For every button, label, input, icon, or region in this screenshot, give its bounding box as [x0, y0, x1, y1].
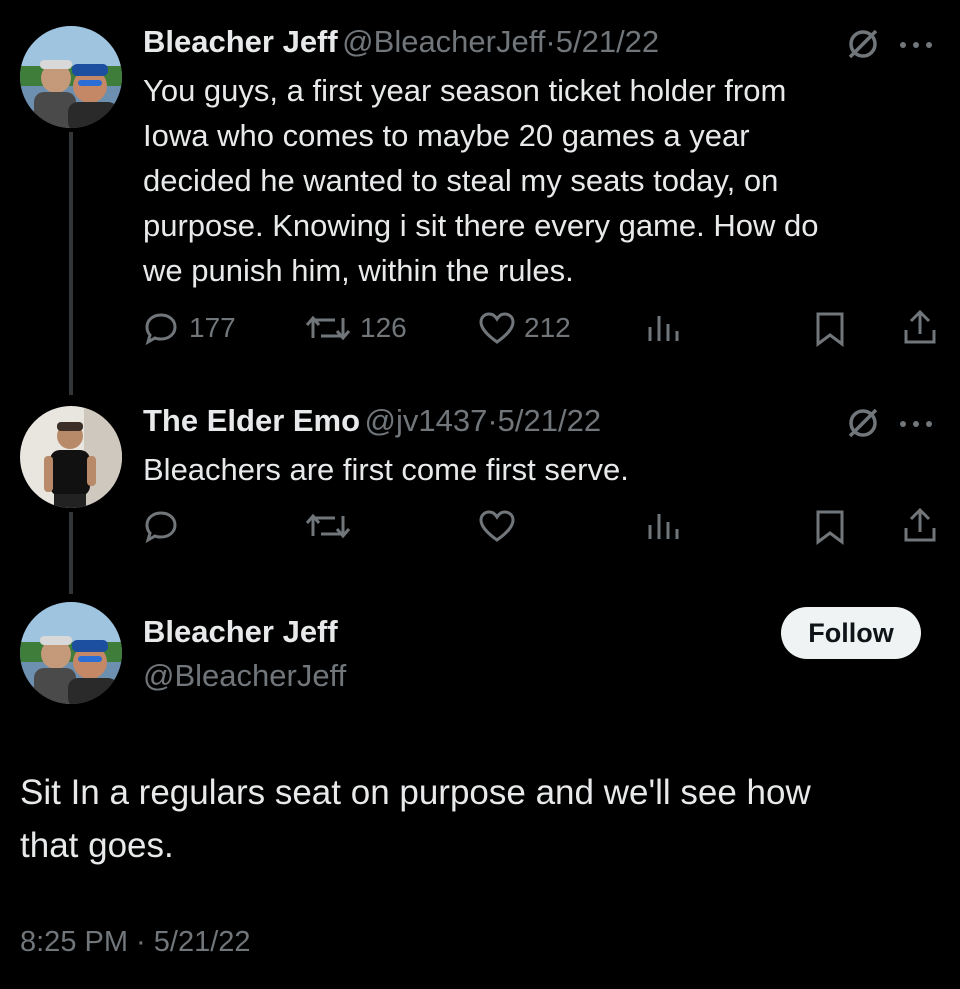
avatar[interactable]: [20, 406, 122, 508]
reply-button[interactable]: 177: [143, 310, 236, 346]
separator: ·: [545, 24, 556, 59]
text-line: purpose. Knowing i sit there every game.…: [143, 208, 819, 243]
more-icon[interactable]: [897, 417, 937, 435]
author-name[interactable]: The Elder Emo: [143, 403, 360, 438]
reply-icon: [143, 310, 179, 346]
repost-icon: [304, 508, 352, 544]
analytics-button[interactable]: [645, 310, 681, 346]
tweet-timestamp[interactable]: 8:25 PM · 5/21/22: [20, 926, 251, 959]
like-button[interactable]: [478, 508, 516, 544]
main-tweet-text: Sit In a regulars seat on purpose and we…: [20, 766, 811, 872]
tweet-1-text: You guys, a first year season ticket hol…: [143, 68, 818, 293]
avatar[interactable]: [20, 602, 122, 704]
tweet-1-header: Bleacher Jeff @BleacherJeff·5/21/22: [143, 24, 659, 60]
analytics-button[interactable]: [645, 508, 681, 544]
repost-button[interactable]: 126: [304, 310, 407, 346]
repost-count: 126: [360, 312, 407, 343]
author-handle[interactable]: @BleacherJeff: [342, 24, 545, 59]
like-button[interactable]: 212: [478, 310, 571, 346]
text-line: we punish him, within the rules.: [143, 253, 574, 288]
share-icon: [902, 308, 938, 346]
repost-button[interactable]: [304, 508, 352, 544]
bookmark-button[interactable]: [813, 310, 847, 348]
text-line: You guys, a first year season ticket hol…: [143, 73, 787, 108]
tweet-2-header: The Elder Emo @jv1437·5/21/22: [143, 403, 601, 439]
analytics-icon: [645, 508, 681, 544]
more-icon[interactable]: [897, 38, 937, 56]
bookmark-icon: [813, 310, 847, 348]
share-button[interactable]: [902, 506, 938, 544]
reply-count: 177: [189, 312, 236, 343]
share-icon: [902, 506, 938, 544]
author-handle[interactable]: @BleacherJeff: [143, 658, 346, 694]
text-line: Sit In a regulars seat on purpose and we…: [20, 773, 811, 812]
muted-icon[interactable]: [845, 26, 881, 67]
author-handle[interactable]: @jv1437: [365, 403, 488, 438]
text-line: that goes.: [20, 826, 174, 865]
separator: ·: [487, 403, 498, 438]
like-count: 212: [524, 312, 571, 343]
follow-button[interactable]: Follow: [781, 607, 921, 659]
tweet-2-text: Bleachers are first come first serve.: [143, 447, 629, 492]
share-button[interactable]: [902, 308, 938, 346]
text-line: Bleachers are first come first serve.: [143, 452, 629, 487]
author-name[interactable]: Bleacher Jeff: [143, 24, 338, 59]
like-icon: [478, 310, 516, 346]
muted-icon[interactable]: [845, 405, 881, 446]
bookmark-button[interactable]: [813, 508, 847, 546]
thread-line-2: [69, 512, 73, 594]
repost-icon: [304, 310, 352, 346]
bookmark-icon: [813, 508, 847, 546]
tweet-date[interactable]: 5/21/22: [556, 24, 659, 59]
text-line: Iowa who comes to maybe 20 games a year: [143, 118, 750, 153]
text-line: decided he wanted to steal my seats toda…: [143, 163, 779, 198]
like-icon: [478, 508, 516, 544]
tweet-date[interactable]: 5/21/22: [498, 403, 601, 438]
reply-icon: [143, 508, 179, 544]
reply-button[interactable]: [143, 508, 179, 544]
avatar[interactable]: [20, 26, 122, 128]
thread-line-1: [69, 132, 73, 395]
author-name[interactable]: Bleacher Jeff: [143, 614, 338, 650]
analytics-icon: [645, 310, 681, 346]
